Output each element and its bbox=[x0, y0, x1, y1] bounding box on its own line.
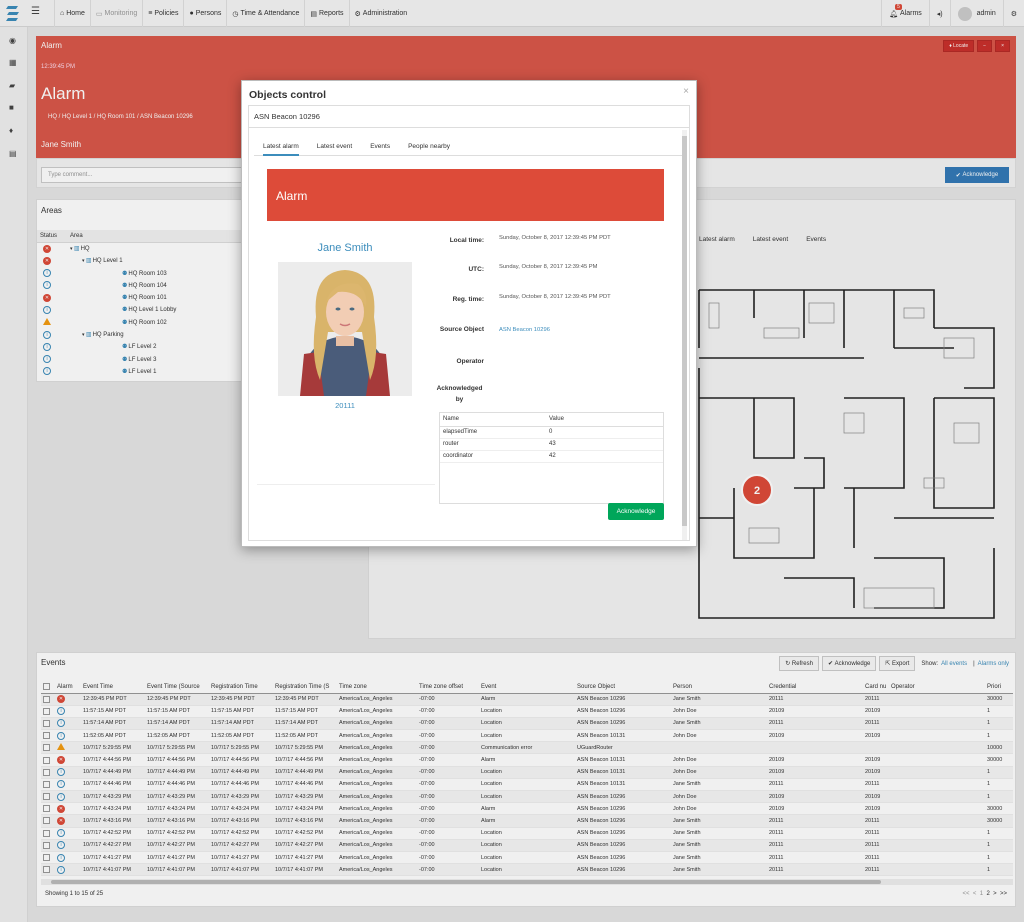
property-row: coordinator 42 bbox=[440, 450, 663, 463]
modal-scrollbar-thumb[interactable] bbox=[682, 136, 687, 526]
property-value: 42 bbox=[546, 450, 652, 463]
modal-content: ASN Beacon 10296 Latest alarm Latest even… bbox=[248, 105, 690, 541]
modal-tab-events[interactable]: Events bbox=[370, 134, 390, 156]
modal-tab-latest-event[interactable]: Latest event bbox=[317, 134, 352, 156]
property-row: router 43 bbox=[440, 438, 663, 451]
col-name: Name bbox=[440, 413, 546, 427]
property-spacer bbox=[652, 450, 663, 463]
person-photo bbox=[278, 262, 412, 396]
property-row: elapsedTime 0 bbox=[440, 426, 663, 439]
col-spacer bbox=[652, 413, 663, 427]
modal-close-icon[interactable]: × bbox=[683, 86, 689, 97]
source-object-link[interactable]: ASN Beacon 10296 bbox=[499, 325, 621, 335]
modal-acknowledge-button[interactable]: Acknowledge bbox=[608, 503, 664, 520]
divider bbox=[257, 484, 435, 485]
modal-tab-latest-alarm[interactable]: Latest alarm bbox=[263, 134, 299, 156]
utc-value: Sunday, October 8, 2017 12:39:45 PM bbox=[499, 264, 598, 270]
property-name: coordinator bbox=[440, 450, 546, 463]
utc-label: UTC: bbox=[468, 266, 484, 273]
person-id-link[interactable]: 20111 bbox=[285, 401, 405, 410]
reg-time-value: Sunday, October 8, 2017 12:39:45 PM PDT bbox=[499, 294, 611, 300]
property-value: 43 bbox=[546, 438, 652, 451]
property-name: router bbox=[440, 438, 546, 451]
property-spacer bbox=[652, 426, 663, 439]
operator-label: Operator bbox=[456, 358, 484, 365]
person-name-link[interactable]: Jane Smith bbox=[285, 242, 405, 254]
property-value: 0 bbox=[546, 426, 652, 439]
property-name: elapsedTime bbox=[440, 426, 546, 439]
reg-time-label: Reg. time: bbox=[452, 296, 484, 303]
local-time-label: Local time: bbox=[449, 237, 484, 244]
modal-scrollbar[interactable] bbox=[682, 130, 687, 540]
acknowledged-by-label: Acknowledged by bbox=[436, 385, 483, 403]
source-object-label: Source Object bbox=[439, 326, 484, 333]
property-spacer bbox=[652, 438, 663, 451]
modal-title: Objects control bbox=[249, 89, 327, 101]
alarm-banner-label: Alarm bbox=[276, 189, 308, 203]
properties-table: Name Value elapsedTime 0 router 43 coordinat… bbox=[439, 412, 664, 504]
object-name: ASN Beacon 10296 bbox=[249, 106, 689, 128]
objects-control-modal: Objects control × ASN Beacon 10296 Lates… bbox=[241, 80, 697, 547]
modal-tabs: Latest alarm Latest event Events People nea… bbox=[254, 134, 682, 156]
modal-tab-people-nearby[interactable]: People nearby bbox=[408, 134, 450, 156]
local-time-value: Sunday, October 8, 2017 12:39:45 PM PDT bbox=[499, 235, 611, 241]
alarm-banner: Alarm bbox=[267, 169, 664, 221]
col-value: Value bbox=[546, 413, 652, 427]
